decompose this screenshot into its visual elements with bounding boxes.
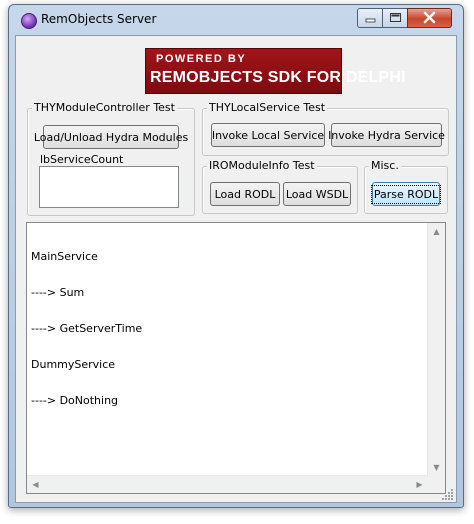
scroll-up-arrow-icon[interactable]: ▲ — [428, 223, 445, 240]
parse-rodl-button[interactable]: Parse RODL — [370, 182, 442, 206]
load-rodl-label: Load RODL — [214, 187, 276, 201]
powered-by-banner: POWERED BY REMOBJECTS SDK FOR DELPHI — [145, 48, 405, 94]
minimize-button[interactable] — [357, 8, 384, 28]
module-info-group: IROModuleInfo Test Load RODL Load WSDL — [202, 159, 358, 214]
invoke-local-service-label: Invoke Local Service — [211, 128, 325, 142]
client-area: POWERED BY REMOBJECTS SDK FOR DELPHI THY… — [15, 35, 457, 503]
module-info-group-label: IROModuleInfo Test — [207, 159, 317, 172]
close-button[interactable] — [407, 8, 452, 28]
invoke-hydra-service-button[interactable]: Invoke Hydra Service — [328, 123, 445, 147]
scroll-right-arrow-icon[interactable]: ▶ — [411, 476, 428, 493]
horizontal-scrollbar[interactable]: ◀ ▶ — [27, 475, 428, 493]
output-memo[interactable]: MainService ----> Sum ----> GetServerTim… — [26, 222, 446, 494]
banner-line-2: REMOBJECTS SDK FOR DELPHI — [150, 69, 406, 86]
load-unload-hydra-modules-button[interactable]: Load/Unload Hydra Modules — [34, 125, 188, 149]
service-count-label: lbServiceCount — [40, 153, 124, 166]
parse-rodl-label: Parse RODL — [370, 184, 442, 204]
vertical-scrollbar[interactable]: ▲ ▼ — [427, 223, 445, 476]
local-service-group: THYLocalService Test Invoke Local Servic… — [202, 101, 449, 156]
maximize-icon — [390, 13, 401, 22]
resize-grip-icon[interactable] — [442, 488, 454, 500]
load-unload-hydra-modules-label: Load/Unload Hydra Modules — [33, 130, 189, 144]
output-line: MainService — [31, 250, 98, 263]
output-line: ----> Sum — [31, 286, 85, 299]
misc-group: Misc. Parse RODL — [364, 159, 448, 214]
output-line: ----> DoNothing — [31, 394, 119, 407]
local-service-group-label: THYLocalService Test — [207, 101, 328, 114]
load-rodl-button[interactable]: Load RODL — [210, 182, 280, 206]
output-line: ----> GetServerTime — [31, 322, 143, 335]
window-title: RemObjects Server — [41, 12, 157, 26]
banner-line-1: POWERED BY — [156, 53, 247, 65]
misc-group-label: Misc. — [369, 159, 401, 172]
minimize-icon — [365, 18, 376, 23]
output-lines: MainService ----> Sum ----> GetServerTim… — [31, 227, 142, 431]
output-line: DummyService — [31, 358, 116, 371]
maximize-button[interactable] — [382, 8, 409, 28]
main-window: RemObjects Server POWERED BY REMOBJECTS … — [8, 4, 464, 508]
load-wsdl-label: Load WSDL — [285, 187, 349, 201]
close-icon — [423, 11, 436, 24]
title-bar[interactable]: RemObjects Server — [9, 5, 463, 35]
invoke-hydra-service-label: Invoke Hydra Service — [328, 128, 445, 142]
scroll-down-arrow-icon[interactable]: ▼ — [428, 459, 445, 476]
scroll-left-arrow-icon[interactable]: ◀ — [27, 476, 44, 493]
module-controller-group: THYModuleController Test Load/Unload Hyd… — [27, 101, 195, 216]
service-count-listbox[interactable] — [39, 166, 179, 208]
remobjects-app-icon[interactable] — [21, 13, 37, 29]
module-controller-group-label: THYModuleController Test — [32, 101, 177, 114]
invoke-local-service-button[interactable]: Invoke Local Service — [211, 123, 325, 147]
load-wsdl-button[interactable]: Load WSDL — [283, 182, 351, 206]
